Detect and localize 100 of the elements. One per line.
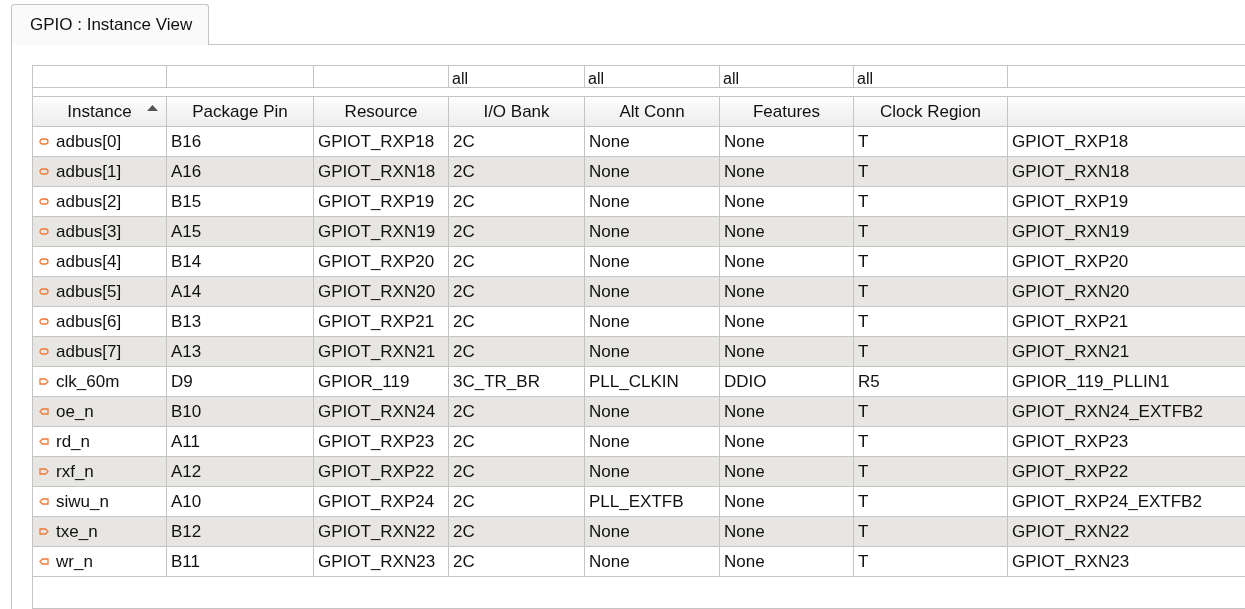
table-cell: None: [720, 247, 854, 276]
table-cell: None: [720, 307, 854, 336]
table-cell: None: [585, 187, 720, 216]
filter-field[interactable]: all: [585, 65, 720, 88]
table-cell: 2C: [449, 127, 585, 156]
table-cell: None: [720, 487, 854, 516]
table-cell: T: [854, 247, 1008, 276]
table-cell: GPIOT_RXN22: [1008, 517, 1245, 546]
tag-icon: [39, 408, 49, 415]
table-cell: rxf_n: [56, 461, 94, 482]
filter-field[interactable]: [167, 65, 314, 88]
tag-icon: [39, 438, 49, 445]
filter-field[interactable]: all: [720, 65, 854, 88]
tag-icon: [39, 468, 49, 475]
table-cell: GPIOT_RXN24_EXTFB2: [1008, 397, 1245, 426]
table-cell: siwu_n: [56, 491, 109, 512]
table-cell: A12: [167, 457, 314, 486]
table-cell: GPIOT_RXP24: [314, 487, 449, 516]
table-cell: GPIOT_RXN20: [1008, 277, 1245, 306]
table-cell: 2C: [449, 487, 585, 516]
table-cell: None: [585, 397, 720, 426]
filter-field[interactable]: [314, 65, 449, 88]
table-cell: GPIOT_RXP23: [314, 427, 449, 456]
table-cell: T: [854, 187, 1008, 216]
table-cell: GPIOT_RXP18: [1008, 127, 1245, 156]
table-cell: T: [854, 337, 1008, 366]
column-header[interactable]: Instance: [33, 96, 167, 127]
table-cell: GPIOT_RXP18: [314, 127, 449, 156]
tag-icon: [39, 498, 49, 505]
table-cell: T: [854, 307, 1008, 336]
table-cell: 2C: [449, 307, 585, 336]
table-cell: 2C: [449, 217, 585, 246]
table-cell: DDIO: [720, 367, 854, 396]
table-cell: None: [720, 517, 854, 546]
table-cell: A16: [167, 157, 314, 186]
table-cell: GPIOT_RXN21: [1008, 337, 1245, 366]
table-cell: T: [854, 397, 1008, 426]
table-cell: A15: [167, 217, 314, 246]
table-cell: None: [585, 277, 720, 306]
table-cell: GPIOT_RXN20: [314, 277, 449, 306]
table-cell: GPIOT_RXN19: [314, 217, 449, 246]
table-cell: None: [720, 337, 854, 366]
column-header[interactable]: Clock Region: [854, 96, 1008, 127]
table-cell: 2C: [449, 187, 585, 216]
table-cell: GPIOT_RXP19: [1008, 187, 1245, 216]
table-cell: GPIOT_RXP20: [314, 247, 449, 276]
table-cell: T: [854, 127, 1008, 156]
table-cell: GPIOT_RXP23: [1008, 427, 1245, 456]
table-cell: 2C: [449, 427, 585, 456]
column-header[interactable]: I/O Bank: [449, 96, 585, 127]
tag-icon: [39, 528, 49, 535]
column-header[interactable]: Package Pin: [167, 96, 314, 127]
table-cell: B16: [167, 127, 314, 156]
table-cell: None: [720, 427, 854, 456]
table-cell: None: [585, 457, 720, 486]
table-cell: GPIOR_119_PLLIN1: [1008, 367, 1245, 396]
tag-icon: [39, 558, 49, 565]
table-cell: GPIOT_RXP19: [314, 187, 449, 216]
table-cell: B15: [167, 187, 314, 216]
table-cell: 2C: [449, 337, 585, 366]
table-cell: T: [854, 217, 1008, 246]
table-cell: GPIOT_RXP22: [314, 457, 449, 486]
table-cell: GPIOT_RXP21: [314, 307, 449, 336]
table-cell: T: [854, 427, 1008, 456]
table-cell: adbus[1]: [56, 161, 122, 182]
table-cell: GPIOT_RXN23: [1008, 547, 1245, 576]
table-cell: T: [854, 157, 1008, 186]
table-cell: PLL_CLKIN: [585, 367, 720, 396]
table-cell: oe_n: [56, 401, 94, 422]
table-cell: None: [720, 547, 854, 576]
view-tab[interactable]: GPIO : Instance View: [11, 4, 210, 45]
table-cell: T: [854, 547, 1008, 576]
table-cell: GPIOT_RXN22: [314, 517, 449, 546]
table-cell: None: [720, 397, 854, 426]
filter-field[interactable]: all: [449, 65, 585, 88]
table-cell: adbus[7]: [56, 341, 122, 362]
tag-icon: [39, 378, 49, 385]
table-cell: 2C: [449, 397, 585, 426]
table-cell: GPIOT_RXP24_EXTFB2: [1008, 487, 1245, 516]
filter-field[interactable]: [1008, 65, 1245, 88]
table-cell: None: [585, 307, 720, 336]
table-cell: B12: [167, 517, 314, 546]
column-header[interactable]: Resource: [314, 96, 449, 127]
table-cell: 2C: [449, 277, 585, 306]
table-cell: T: [854, 487, 1008, 516]
table-cell: None: [585, 337, 720, 366]
table-cell: 2C: [449, 157, 585, 186]
table-cell: GPIOT_RXP22: [1008, 457, 1245, 486]
column-header[interactable]: Alt Conn: [585, 96, 720, 127]
table-cell: D9: [167, 367, 314, 396]
column-header[interactable]: [1008, 96, 1245, 127]
table-cell: None: [585, 247, 720, 276]
table-cell: rd_n: [56, 431, 91, 452]
table-cell: adbus[6]: [56, 311, 122, 332]
table-cell: R5: [854, 367, 1008, 396]
filter-field[interactable]: [33, 65, 167, 88]
column-header[interactable]: Features: [720, 96, 854, 127]
table-cell: None: [585, 127, 720, 156]
filter-field[interactable]: all: [854, 65, 1008, 88]
table-cell: 2C: [449, 547, 585, 576]
